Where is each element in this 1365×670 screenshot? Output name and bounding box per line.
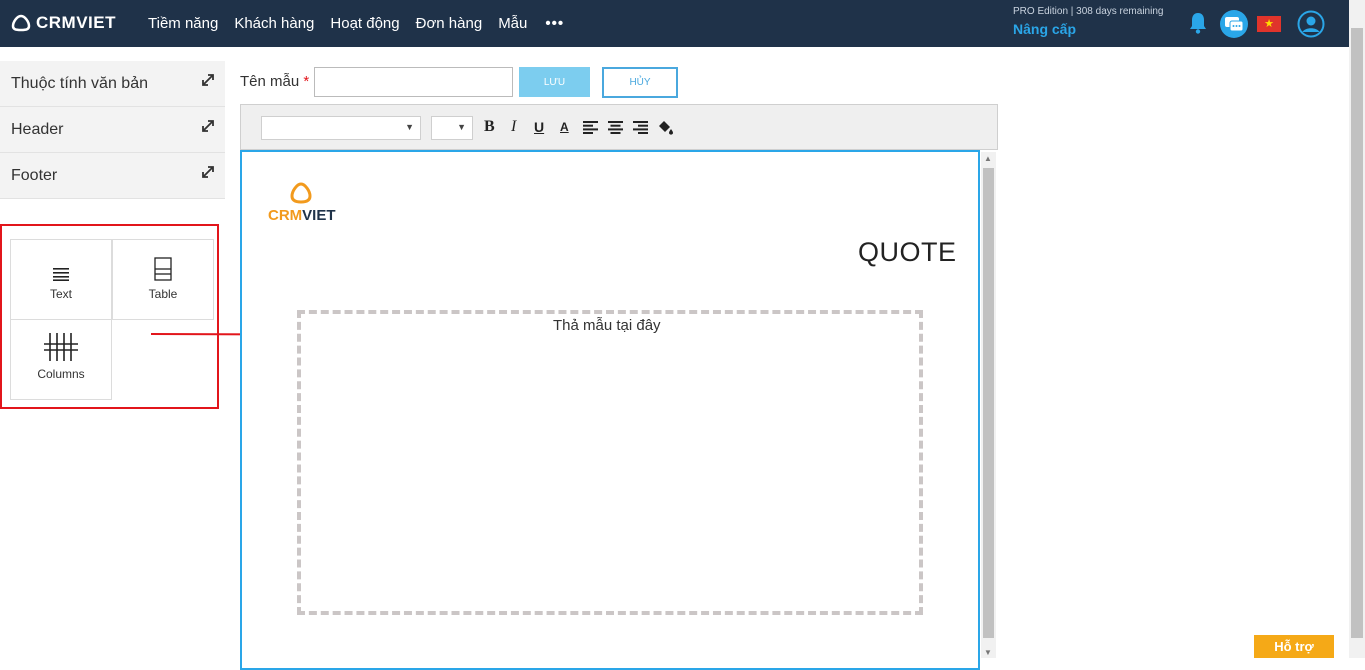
brand-logo[interactable]: CRMVIET — [11, 12, 116, 34]
editor-toolbar: ▼ ▼ B I U A — [240, 104, 998, 150]
template-name-label-text: Tên mẫu — [240, 73, 300, 90]
template-name-input[interactable] — [314, 67, 513, 97]
font-color-button[interactable]: A — [560, 121, 569, 133]
logo-crm-text: CRM — [268, 207, 303, 224]
top-navbar: CRMVIET Tiềm năng Khách hàng Hoạt động Đ… — [0, 0, 1349, 47]
page-scrollbar-thumb[interactable] — [1351, 28, 1363, 638]
required-mark: * — [303, 73, 310, 90]
sidebar-section-header[interactable]: Header — [0, 107, 225, 153]
font-family-select[interactable]: ▼ — [261, 116, 421, 140]
block-label: Table — [148, 287, 178, 301]
flag-vietnam-icon[interactable]: ★ — [1257, 16, 1281, 32]
document-logo-text: CRMVIET — [268, 207, 336, 224]
template-name-label: Tên mẫu * — [240, 73, 309, 90]
edition-info: PRO Edition | 308 days remaining — [1013, 6, 1164, 17]
main-nav: Tiềm năng Khách hàng Hoạt động Đơn hàng … — [148, 0, 564, 47]
sidebar-section-text-properties[interactable]: Thuộc tính văn bản — [0, 61, 225, 107]
sidebar-section-footer[interactable]: Footer — [0, 153, 225, 199]
font-size-select[interactable]: ▼ — [431, 116, 473, 140]
support-button[interactable]: Hỗ trợ — [1254, 635, 1334, 658]
save-button[interactable]: LƯU — [519, 67, 590, 97]
document-title: QUOTE — [858, 237, 957, 267]
align-center-icon[interactable] — [608, 121, 623, 138]
nav-more-button[interactable]: ••• — [545, 15, 564, 32]
expand-icon[interactable] — [201, 119, 215, 138]
italic-button[interactable]: I — [511, 119, 516, 135]
block-columns[interactable]: Columns — [10, 319, 112, 400]
user-avatar-icon[interactable] — [1297, 10, 1325, 43]
align-left-icon[interactable] — [583, 121, 598, 138]
drop-zone-hint: Thả mẫu tại đây — [553, 317, 661, 334]
editor-scrollbar-thumb[interactable] — [983, 168, 994, 638]
block-text[interactable]: Text — [10, 239, 112, 320]
nav-item-tiem-nang[interactable]: Tiềm năng — [148, 15, 218, 32]
upgrade-link[interactable]: Nâng cấp — [1013, 21, 1076, 37]
align-right-icon[interactable] — [633, 121, 648, 138]
underline-button[interactable]: U — [534, 120, 544, 134]
logo-mark-icon — [11, 14, 31, 32]
bell-icon[interactable] — [1188, 11, 1208, 40]
fill-bucket-icon[interactable] — [658, 120, 674, 139]
cancel-button[interactable]: HỦY — [602, 67, 678, 98]
sidebar-section-label: Thuộc tính văn bản — [11, 74, 148, 92]
caret-down-icon: ▼ — [457, 122, 466, 132]
text-lines-icon — [53, 268, 69, 281]
chat-icon[interactable] — [1219, 9, 1249, 44]
drop-zone[interactable] — [297, 310, 923, 615]
caret-down-icon: ▼ — [405, 122, 414, 132]
table-icon — [154, 257, 172, 281]
block-label: Columns — [37, 367, 85, 381]
block-label: Text — [49, 287, 72, 301]
nav-item-don-hang[interactable]: Đơn hàng — [416, 15, 483, 32]
nav-item-mau[interactable]: Mẫu — [498, 15, 527, 32]
scroll-down-icon[interactable]: ▼ — [984, 648, 992, 657]
nav-item-khach-hang[interactable]: Khách hàng — [234, 15, 314, 32]
bold-button[interactable]: B — [484, 119, 495, 135]
logo-viet-text: VIET — [302, 207, 336, 224]
columns-icon — [44, 333, 78, 361]
scroll-up-icon[interactable]: ▲ — [984, 154, 992, 163]
expand-icon[interactable] — [201, 165, 215, 184]
brand-name: CRMVIET — [36, 13, 116, 32]
expand-icon[interactable] — [201, 73, 215, 92]
sidebar-section-label: Header — [11, 120, 64, 138]
block-table[interactable]: Table — [112, 239, 214, 320]
sidebar-section-label: Footer — [11, 166, 58, 184]
nav-item-hoat-dong[interactable]: Hoạt động — [330, 15, 399, 32]
